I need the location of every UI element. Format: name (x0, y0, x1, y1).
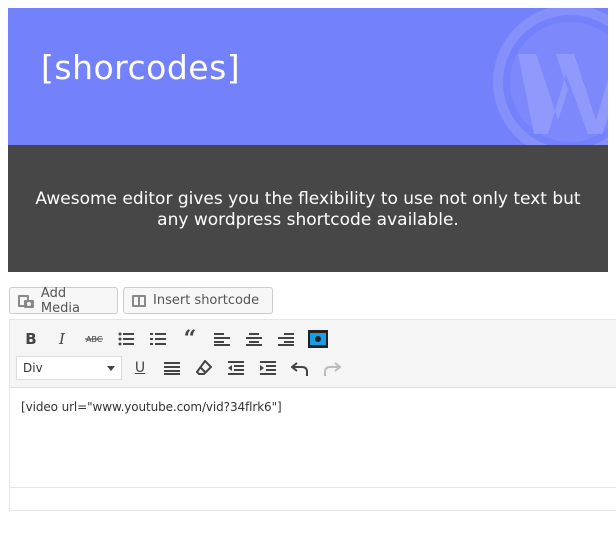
editor: B I ABC “ Div U [video url="www.youtube.… (9, 319, 616, 511)
editor-content[interactable]: [video url="www.youtube.com/vid?34flrk6"… (21, 400, 282, 414)
italic-icon[interactable]: I (50, 327, 74, 351)
blockquote-icon[interactable]: “ (178, 327, 202, 351)
insert-shortcode-button[interactable]: Insert shortcode (123, 287, 273, 314)
add-media-label: Add Media (40, 285, 80, 316)
redo-icon[interactable] (320, 356, 344, 380)
bold-icon[interactable]: B (19, 327, 43, 351)
indent-icon[interactable] (256, 356, 280, 380)
shortcode-insert-icon (132, 294, 146, 307)
add-media-button[interactable]: Add Media (9, 285, 118, 316)
format-select-value: Div (23, 361, 43, 375)
wordpress-logo-icon (493, 8, 608, 145)
clear-formatting-icon[interactable] (192, 356, 216, 380)
editor-statusbar (10, 487, 616, 488)
numbered-list-icon[interactable] (146, 327, 170, 351)
hero-title: [shorcodes] (41, 48, 241, 87)
editor-toolbar: B I ABC “ Div U (10, 320, 616, 388)
undo-icon[interactable] (288, 356, 312, 380)
hero-banner: [shorcodes] (8, 8, 608, 145)
description-text: Awesome editor gives you the flexibility… (35, 188, 581, 230)
align-right-icon[interactable] (274, 327, 298, 351)
align-center-icon[interactable] (242, 327, 266, 351)
bullet-list-icon[interactable] (114, 327, 138, 351)
shortcode-icon[interactable] (306, 327, 330, 351)
underline-icon[interactable]: U (128, 356, 152, 380)
insert-shortcode-label: Insert shortcode (153, 293, 260, 308)
description-band: Awesome editor gives you the flexibility… (8, 145, 608, 272)
media-icon (17, 294, 34, 308)
strikethrough-icon[interactable]: ABC (82, 327, 106, 351)
chevron-down-icon (107, 366, 115, 371)
format-select[interactable]: Div (16, 356, 122, 380)
align-left-icon[interactable] (210, 327, 234, 351)
justify-icon[interactable] (160, 356, 184, 380)
outdent-icon[interactable] (224, 356, 248, 380)
